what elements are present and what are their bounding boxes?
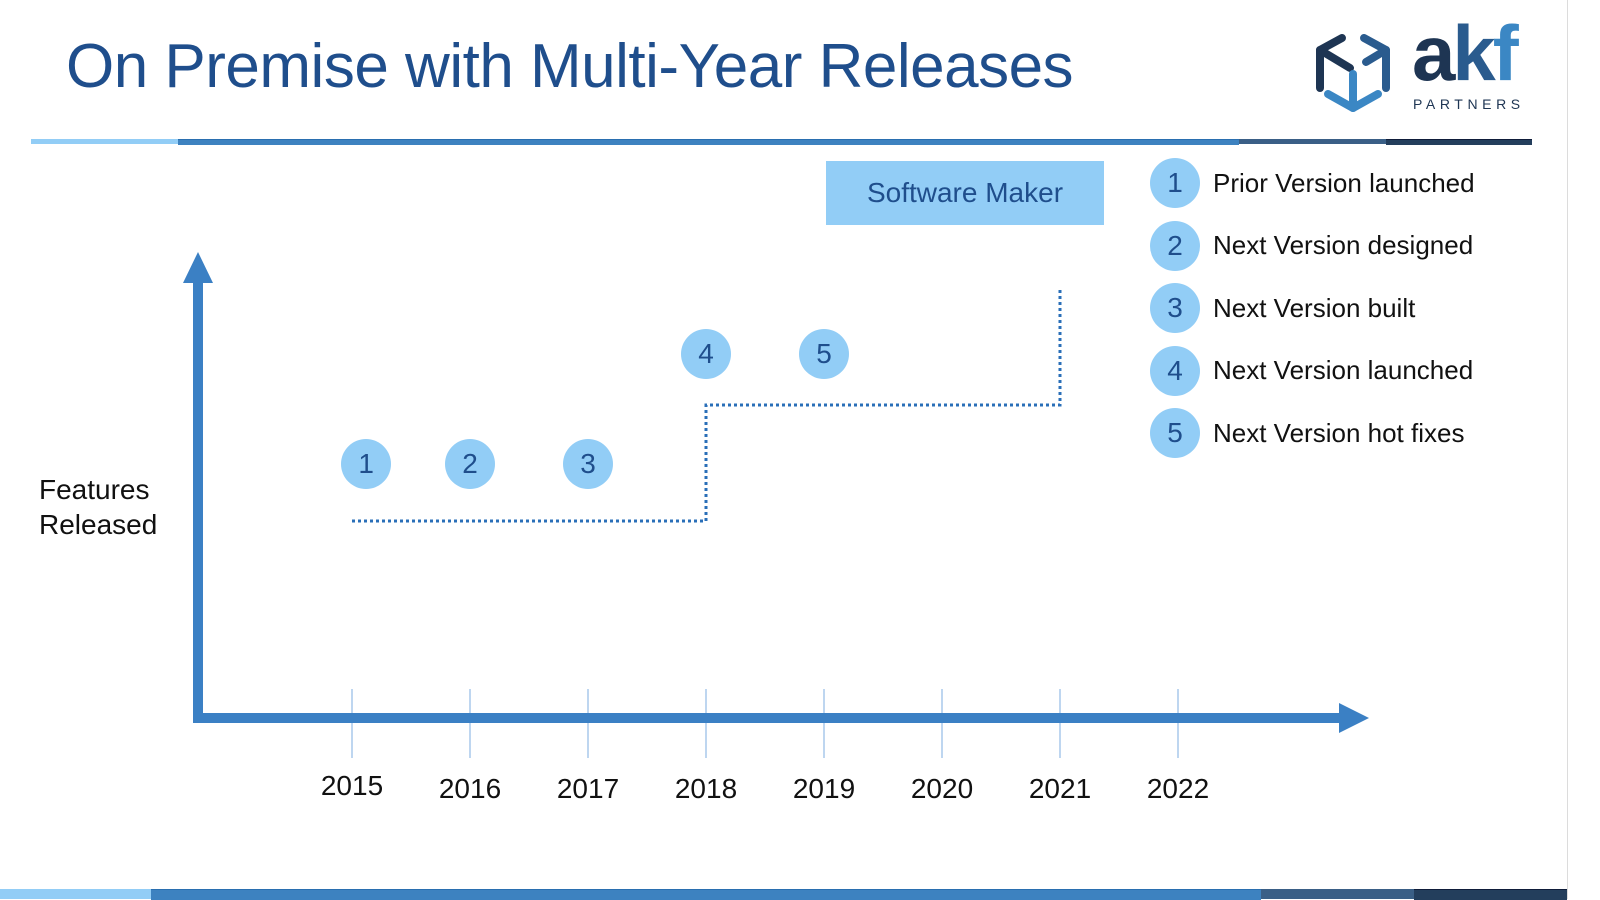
y-axis-label: Features Released <box>39 472 157 542</box>
step-marker: 1 <box>341 439 392 489</box>
step-marker: 3 <box>563 439 613 489</box>
y-axis <box>193 276 203 722</box>
year-label: 2016 <box>438 773 502 804</box>
x-axis-arrowhead-icon <box>1339 703 1369 733</box>
y-axis-label-line: Features <box>39 474 150 505</box>
y-axis-label-line: Released <box>39 509 158 540</box>
step-marker: 5 <box>799 329 849 379</box>
year-label: 2020 <box>910 773 974 804</box>
slide: On Premise with Multi-Year Releases akf … <box>0 0 1568 900</box>
year-label: 2021 <box>1028 773 1092 804</box>
y-axis-arrowhead-icon <box>183 252 213 283</box>
year-label: 2022 <box>1146 773 1210 804</box>
timeline-diagram <box>183 252 1369 758</box>
step-marker: 4 <box>681 329 731 379</box>
year-label: 2017 <box>556 773 620 804</box>
step-marker: 2 <box>445 439 495 489</box>
x-axis <box>193 713 1343 723</box>
year-label: 2019 <box>792 773 856 804</box>
year-label: 2018 <box>674 773 738 804</box>
year-label: 2015 <box>320 770 384 801</box>
